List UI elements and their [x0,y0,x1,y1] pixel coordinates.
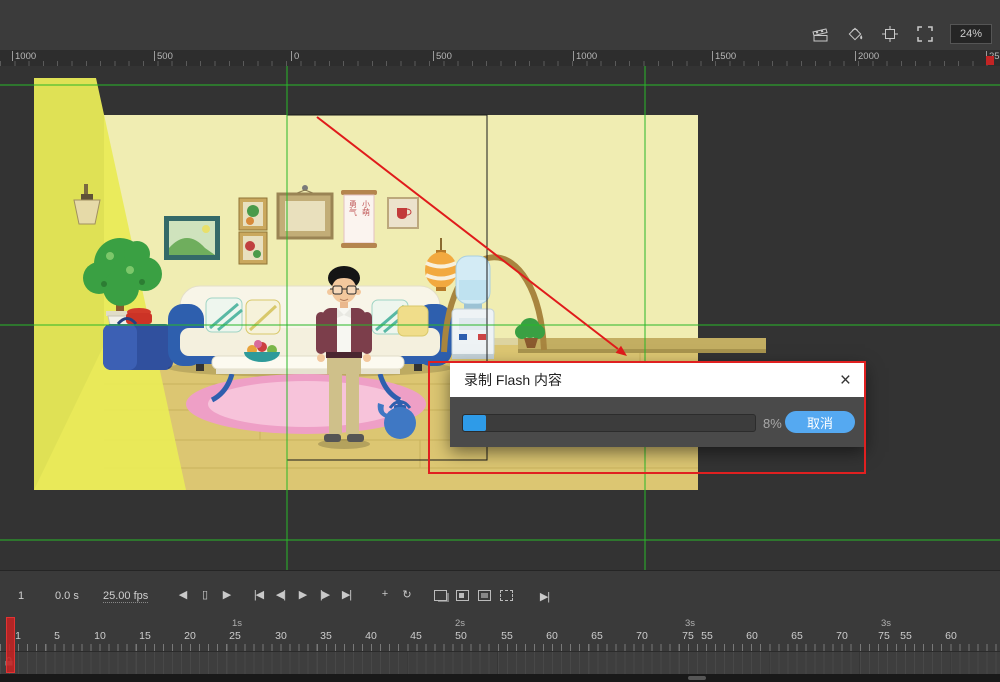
elapsed-time: 0.0 s [55,590,79,602]
dialog-close-button[interactable]: × [840,371,851,390]
top-toolbar: 24% [0,0,1000,50]
playback-button[interactable]: |▶ [318,588,331,601]
tl-second: 3s [684,618,696,629]
tl-frame: 20 [184,630,196,642]
dialog-body: 8% 取消 [450,397,865,447]
tl-frame: 60 [546,630,558,642]
tl-frame: 65 [591,630,603,642]
ruler-label: 1000 [12,51,36,62]
onion-skin-outlines-icon[interactable] [456,590,469,601]
ruler-label: 1000 [573,51,597,62]
playback-controls: |◀ ◀| ▶ |▶ ▶| [252,588,353,601]
edit-multiple-frames-icon[interactable] [478,590,491,601]
tl-frame: 55 [701,630,713,642]
advance-frame-button[interactable]: ▶| [538,590,551,603]
tl-frame: 70 [836,630,848,642]
frame-step-button[interactable]: ▯ [198,588,211,601]
playback-button[interactable]: ▶ [296,588,309,601]
tl-frame: 60 [746,630,758,642]
dialog-title-bar[interactable]: 录制 Flash 内容 × [450,363,865,397]
cancel-button[interactable]: 取消 [785,411,855,433]
record-flash-dialog: 录制 Flash 内容 × 8% 取消 [450,363,865,447]
onion-skin-controls [434,590,513,601]
playhead-tool-button[interactable]: ↻ [400,588,413,601]
timeline-seconds-row: 1s 2s 3s 3s [0,618,1000,630]
stage-canvas[interactable]: 勇气 小萌 录制 Flash 内容 × 8% 取消 [0,66,1000,570]
tl-frame: 55 [501,630,513,642]
tl-frame: 15 [139,630,151,642]
modify-markers-icon[interactable] [500,590,513,601]
tl-frame: 10 [94,630,106,642]
tl-frame: 75 [878,630,890,642]
ruler-label: 500 [433,51,452,62]
center-stage-icon[interactable] [880,24,900,44]
tl-frame: 1 [15,630,21,642]
frame-step-button[interactable]: ◀ [176,588,189,601]
timeline-frame-ruler[interactable]: 1 5 10 15 20 25 30 35 40 45 50 55 60 65 70 75 55 60 65 70 75… [0,630,1000,643]
animate-app-window: 24% 1000 500 0 500 1000 1500 2000 25 勇气 … [0,0,1000,682]
tl-frame: 35 [320,630,332,642]
scroll-text-col2: 小萌 [362,200,371,217]
calligraphy-scroll[interactable]: 勇气 小萌 [341,190,377,248]
progress-bar-fill [463,415,487,431]
tl-second: 3s [880,618,892,629]
playhead[interactable] [6,617,15,673]
progress-percent: 8% [763,416,782,431]
scroll-text-col1: 勇气 [349,200,358,216]
tl-frame: 60 [945,630,957,642]
tl-frame: 65 [791,630,803,642]
tl-frame: 30 [275,630,287,642]
playback-button[interactable]: ◀| [274,588,287,601]
tl-frame: 25 [229,630,241,642]
current-frame-indicator: 1 [18,590,25,602]
render-clip-icon[interactable] [810,24,830,44]
scrollbar-thumb[interactable] [688,676,706,680]
tl-frame: 70 [636,630,648,642]
ruler-label: 2000 [855,51,879,62]
tl-frame: 50 [455,630,467,642]
layer-frames-row[interactable] [0,651,1000,675]
zoom-level-select[interactable]: 24% [950,24,992,44]
playhead-tool-button[interactable]: + [378,588,391,601]
frame-step-button[interactable]: ▶ [220,588,233,601]
tl-frame: 40 [365,630,377,642]
timeline-tick-marks [0,644,1000,651]
ruler-label: 1500 [712,51,736,62]
tl-frame: 75 [682,630,694,642]
tl-frame: 45 [410,630,422,642]
frame-step-controls: ◀ ▯ ▶ [176,588,233,601]
dialog-title: 录制 Flash 内容 [464,372,563,388]
paint-bucket-icon[interactable] [845,24,865,44]
timeline-scrollbar[interactable] [0,674,1000,682]
ruler-label: 500 [154,51,173,62]
playhead-tools: + ↻ [378,588,413,601]
ruler-playhead-marker [986,56,994,65]
red-telephone[interactable] [126,308,152,324]
blue-bag[interactable] [103,317,173,371]
progress-bar [462,414,756,432]
timeline-panel: 1 0.0 s 25.00 fps ◀ ▯ ▶ |◀ ◀| ▶ |▶ ▶| + ↻ ▶| 1s… [0,570,1000,682]
frame-rate[interactable]: 25.00 fps [103,590,149,603]
tl-second: 1s [231,618,243,629]
ruler-label: 0 [291,51,299,62]
living-room-scene: 勇气 小萌 [34,78,766,490]
tl-frame: 55 [900,630,912,642]
playback-button[interactable]: ▶| [340,588,353,601]
playback-button[interactable]: |◀ [252,588,265,601]
tl-frame: 5 [54,630,60,642]
stage-ruler[interactable]: 1000 500 0 500 1000 1500 2000 25 [0,50,1000,67]
onion-skin-icon[interactable] [434,590,447,601]
clip-bounds-icon[interactable] [915,24,935,44]
tl-second: 2s [454,618,466,629]
toolbar-icon-group: 24% [810,24,992,44]
